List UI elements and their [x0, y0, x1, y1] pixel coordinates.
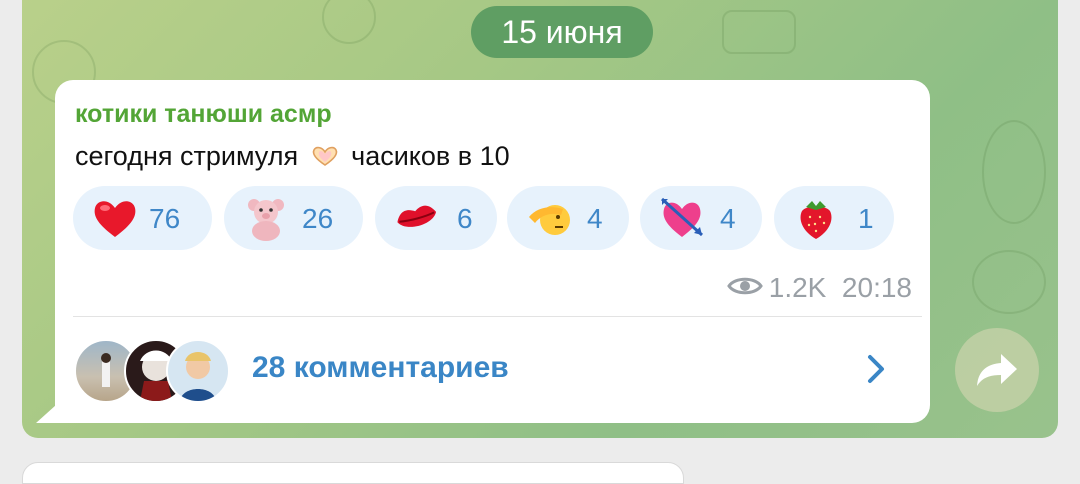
views-count: 1.2K: [768, 272, 827, 303]
reaction-count: 4: [720, 203, 736, 234]
post-text: сегодня стримуля часиков в 10: [75, 141, 510, 172]
date-badge: 15 июня: [471, 6, 653, 58]
share-button[interactable]: [955, 328, 1039, 412]
next-message-bubble: [22, 462, 684, 484]
reaction-count: 1: [858, 203, 874, 234]
background-doodle: [982, 120, 1046, 224]
heart-with-arrow-emoji-icon: [660, 197, 704, 237]
reaction-count: 6: [457, 203, 473, 234]
reaction-teddy-bear[interactable]: 26: [224, 186, 363, 250]
post-text-part: сегодня стримуля: [75, 141, 299, 171]
avatar: [166, 339, 230, 403]
heart-hands-emoji-icon: [312, 146, 337, 166]
kiss-lips-emoji-icon: [397, 205, 437, 227]
saluting-face-emoji-icon: [529, 205, 570, 235]
post-text-part: часиков в 10: [351, 141, 510, 171]
heart-emoji-icon: [94, 201, 136, 237]
channel-post-bubble[interactable]: котики танюши асмр сегодня стримуля часи…: [55, 80, 930, 423]
teddy-bear-emoji-icon: [248, 199, 284, 241]
reaction-count: 4: [587, 203, 603, 234]
comments-count-label: 28 комментариев: [252, 351, 509, 384]
comments-button[interactable]: 28 комментариев: [55, 316, 930, 423]
post-meta: 1.2K 20:18: [726, 272, 912, 304]
reaction-count: 26: [302, 203, 334, 234]
background-doodle: [972, 250, 1046, 314]
share-arrow-icon: [977, 354, 1017, 386]
background-doodle: [322, 0, 376, 44]
reaction-strawberry[interactable]: 1: [774, 186, 894, 250]
bubble-tail: [36, 405, 56, 423]
channel-name[interactable]: котики танюши асмр: [75, 100, 332, 129]
reaction-heart-arrow[interactable]: 4: [640, 186, 762, 250]
strawberry-emoji-icon: [800, 201, 832, 239]
chevron-right-icon: [868, 355, 884, 383]
eye-icon: [726, 277, 763, 295]
reaction-salute[interactable]: 4: [507, 186, 629, 250]
reaction-kiss[interactable]: 6: [375, 186, 497, 250]
reaction-heart[interactable]: 76: [73, 186, 212, 250]
post-time: 20:18: [841, 272, 912, 303]
background-doodle: [722, 10, 796, 54]
reaction-count: 76: [149, 203, 181, 234]
avatar-photo: [180, 352, 216, 401]
